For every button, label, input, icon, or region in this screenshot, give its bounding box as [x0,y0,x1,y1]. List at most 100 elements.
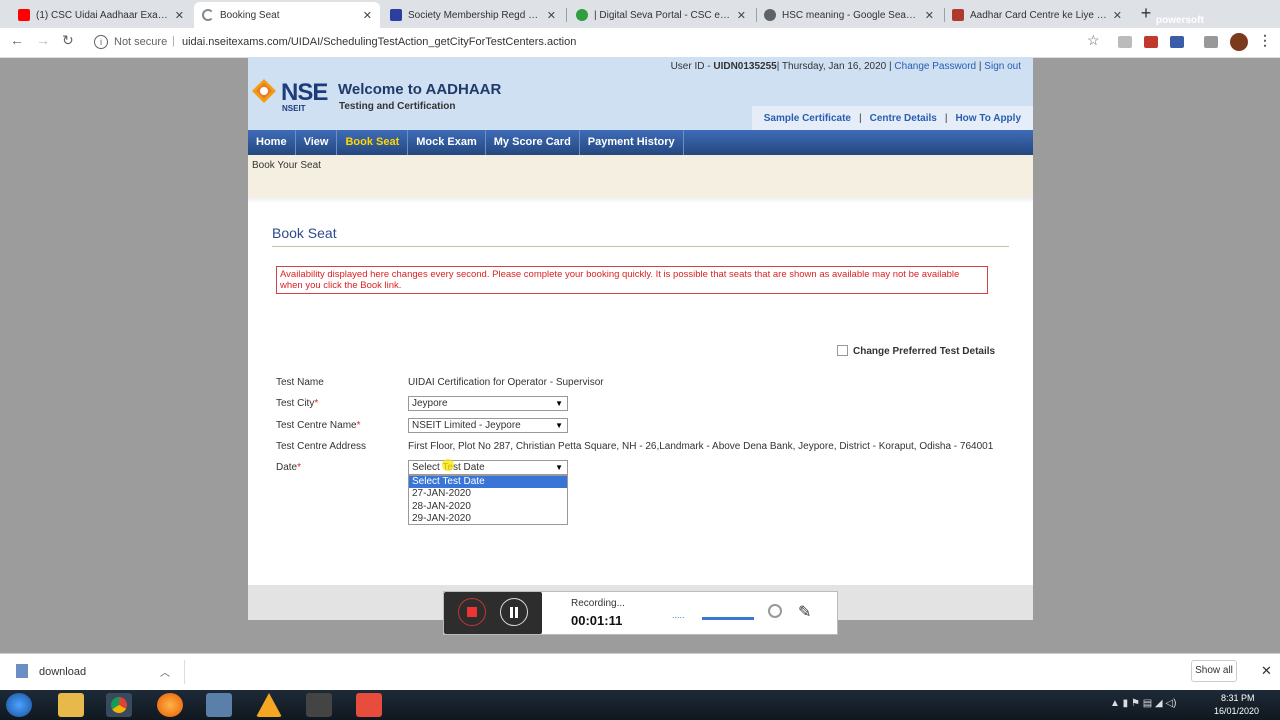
close-tab-icon[interactable]: ✕ [925,9,934,22]
extension-icon[interactable] [1118,36,1132,48]
test-city-value: Jeypore [412,398,448,409]
show-all-button[interactable]: Show all [1191,660,1237,682]
pause-icon [510,607,518,618]
browser-tab-5[interactable]: HSC meaning - Google Search ✕ [756,2,942,28]
chrome-icon [111,697,127,713]
nav-book-seat[interactable]: Book Seat [337,130,409,155]
tab-separator [566,8,567,22]
volume-slider[interactable] [702,617,754,620]
sign-out-link[interactable]: Sign out [984,61,1021,72]
required-mark: * [356,420,361,431]
clock-time[interactable]: 8:31 PM [1221,693,1255,703]
required-mark: * [297,462,302,473]
nav-view[interactable]: View [296,130,338,155]
mouse-cursor-highlight [442,459,454,471]
vlc-icon[interactable] [256,693,282,717]
dropdown-arrow-icon: ▼ [555,421,563,430]
download-file-icon [16,664,28,678]
browser-tab-6[interactable]: Aadhar Card Centre ke Liye Sup ✕ [944,2,1130,28]
browser-tab-3[interactable]: Society Membership Regd Form ✕ [382,2,564,28]
date-option[interactable]: Select Test Date [409,476,567,489]
bookmark-star-icon[interactable]: ☆ [1087,32,1100,49]
close-tab-icon[interactable]: ✕ [363,9,372,22]
change-password-link[interactable]: Change Password [894,61,976,72]
browser-tab-1[interactable]: (1) CSC Uidai Aadhaar Exam, Aa ✕ [10,2,192,28]
audio-level-dots: ..... [672,610,685,620]
date-option[interactable]: 28-JAN-2020 [409,501,567,513]
new-tab-button[interactable]: + [1136,4,1156,24]
save-extension-icon[interactable] [1170,36,1184,48]
date-select[interactable]: Select Test Date ▼ [408,460,568,475]
close-tab-icon[interactable]: ✕ [737,9,746,22]
availability-notice: Availability displayed here changes ever… [276,266,988,294]
screen-recorder-widget: Recording... 00:01:11 ..... ✎ [443,591,838,635]
tab-title: Aadhar Card Centre ke Liye Sup [970,9,1107,21]
clock-date[interactable]: 16/01/2020 [1214,706,1259,716]
society-site-icon [390,9,402,21]
back-icon[interactable]: ← [10,32,24,48]
reload-icon[interactable]: ↻ [62,32,74,49]
youtube-icon [18,9,30,21]
nse-logo-icon [252,79,276,103]
extension2-icon[interactable] [1204,36,1218,48]
dropdown-arrow-icon: ▼ [555,399,563,408]
date-option[interactable]: 27-JAN-2020 [409,488,567,500]
breadcrumb: Book Your Seat [252,160,321,171]
download-divider [184,660,185,684]
tab-title: Society Membership Regd Form [408,9,541,21]
pen-icon[interactable]: ✎ [798,602,811,622]
recorder-controls [444,592,542,634]
close-tab-icon[interactable]: ✕ [547,9,556,22]
windows-start-icon[interactable] [6,693,32,717]
stop-icon [467,607,477,617]
browser-tab-2[interactable]: Booking Seat ✕ [194,2,380,28]
browser-tab-4[interactable]: | Digital Seva Portal - CSC e-Go ✕ [568,2,754,28]
dropdown-arrow-icon: ▼ [555,463,563,472]
centre-name-label: Test Centre Name* [276,420,361,431]
webcam-icon[interactable] [768,604,782,618]
anydesk-icon[interactable] [356,693,382,717]
date-option[interactable]: 29-JAN-2020 [409,513,567,525]
user-id-prefix: User ID - [670,61,714,72]
required-mark: * [314,398,319,409]
centre-address-label: Test Centre Address [276,441,367,452]
nav-mock-exam[interactable]: Mock Exam [408,130,486,155]
browser-toolbar: ← → ↻ i Not secure | uidai.nseitexams.co… [0,28,1280,58]
close-tab-icon[interactable]: ✕ [1113,9,1122,22]
user-info: User ID - UIDN0135255| Thursday, Jan 16,… [671,61,1021,72]
centre-name-select[interactable]: NSEIT Limited - Jeypore ▼ [408,418,568,433]
close-tab-icon[interactable]: ✕ [175,9,184,22]
file-explorer-icon[interactable] [58,693,84,717]
tab-title: Booking Seat [220,9,280,21]
app-icon[interactable] [206,693,232,717]
pause-recording-button[interactable] [500,598,528,626]
forward-icon[interactable]: → [36,32,50,48]
menu-dots-icon[interactable]: ⋮ [1258,32,1272,49]
system-tray[interactable]: ▲ ▮ ⚑ ▤ ◢ ◁) [1110,698,1176,709]
info-icon[interactable]: i [94,35,108,49]
how-to-apply-link[interactable]: How To Apply [955,113,1021,124]
test-city-select[interactable]: Jeypore ▼ [408,396,568,411]
nav-home[interactable]: Home [248,130,296,155]
profile-avatar[interactable] [1230,33,1248,51]
nav-payment-history[interactable]: Payment History [580,130,684,155]
chrome-taskbar-button[interactable] [106,693,132,717]
address-bar[interactable]: i Not secure | uidai.nseitexams.com/UIDA… [88,31,1108,53]
url-text[interactable]: uidai.nseitexams.com/UIDAI/SchedulingTes… [182,36,576,48]
nav-my-score-card[interactable]: My Score Card [486,130,580,155]
sample-certificate-link[interactable]: Sample Certificate [764,113,851,124]
header-links: Sample Certificate | Centre Details | Ho… [751,106,1033,130]
test-city-label-text: Test City [276,398,315,409]
firefox-icon[interactable] [157,693,183,717]
welcome-title: Welcome to AADHAAR [338,81,502,98]
change-preferred-checkbox[interactable] [837,345,848,356]
app2-icon[interactable] [306,693,332,717]
recorder-watermark: powersoft [1156,15,1204,26]
stop-recording-button[interactable] [458,598,486,626]
chevron-up-icon[interactable]: ︿ [160,664,170,679]
windows-taskbar: ▲ ▮ ⚑ ▤ ◢ ◁) 8:31 PM 16/01/2020 [0,690,1280,720]
centre-details-link[interactable]: Centre Details [870,113,937,124]
gmail-extension-icon[interactable] [1144,36,1158,48]
download-file-name[interactable]: download [39,666,86,678]
close-icon[interactable]: ✕ [1261,663,1272,679]
